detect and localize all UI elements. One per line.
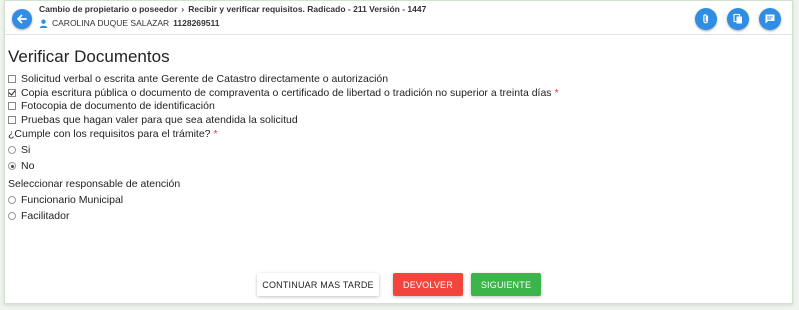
radio-municipal[interactable] (8, 196, 16, 204)
user-line: CAROLINA DUQUE SALAZAR 1128269511 (39, 18, 219, 28)
documents-button[interactable] (727, 8, 749, 30)
document-item-evidence[interactable]: Pruebas que hagan valer para que sea ate… (8, 114, 298, 126)
comment-button[interactable] (759, 8, 781, 30)
document-item-id-copy[interactable]: Fotocopia de documento de identificación (8, 100, 215, 112)
task-card: Cambio de propietario o poseedor › Recibir… (4, 0, 793, 304)
document-label-request: Solicitud verbal o escrita ante Gerente … (21, 73, 389, 85)
attachment-button[interactable] (695, 8, 717, 30)
breadcrumb-process[interactable]: Cambio de propietario o poseedor (39, 4, 177, 14)
responsible-label-text: Seleccionar responsable de atención (8, 178, 181, 190)
document-checkbox-evidence[interactable] (8, 116, 16, 124)
document-checkbox-request[interactable] (8, 75, 16, 83)
next-button[interactable]: SIGUIENTE (471, 273, 541, 296)
document-label-evidence: Pruebas que hagan valer para que sea ate… (21, 114, 298, 126)
radio-label-facilitator: Facilitador (21, 210, 70, 222)
responsible-label: Seleccionar responsable de atención (8, 178, 180, 190)
radio-facilitator[interactable] (8, 212, 16, 220)
page-title: Verificar Documentos (8, 47, 170, 66)
task-header: Cambio de propietario o poseedor › Recibir… (5, 1, 792, 35)
requirements-question-label: ¿Cumple con los requisitos para el trámi… (8, 128, 211, 140)
requirements-option-no[interactable]: No (8, 160, 34, 172)
radio-label-municipal: Funcionario Municipal (21, 194, 124, 206)
chevron-right-icon: › (181, 4, 185, 14)
return-button[interactable]: DEVOLVER (393, 273, 463, 296)
breadcrumb-step: Recibir y verificar requisitos. Radicado… (188, 4, 427, 14)
document-label-id-copy: Fotocopia de documento de identificación (21, 100, 215, 112)
attachment-icon (703, 14, 709, 24)
required-mark: * (554, 87, 559, 99)
radio-no[interactable] (8, 162, 16, 170)
back-arrow-icon (17, 14, 27, 24)
document-checkbox-id-copy[interactable] (8, 102, 16, 110)
responsible-option-municipal[interactable]: Funcionario Municipal (8, 194, 123, 206)
breadcrumb: Cambio de propietario o poseedor › Recibir… (39, 4, 426, 14)
back-button[interactable] (12, 9, 32, 29)
radio-label-si: Si (21, 144, 31, 156)
user-name: CAROLINA DUQUE SALAZAR (52, 18, 170, 28)
continue-later-button[interactable]: CONTINUAR MAS TARDE (257, 273, 379, 296)
responsible-option-facilitator[interactable]: Facilitador (8, 210, 69, 222)
person-icon (39, 19, 48, 28)
radio-label-no: No (21, 160, 35, 172)
document-item-request[interactable]: Solicitud verbal o escrita ante Gerente … (8, 73, 388, 85)
document-label-deed: Copia escritura pública o documento de c… (21, 87, 552, 99)
radio-si[interactable] (8, 146, 16, 154)
documents-icon (733, 13, 742, 24)
document-checkbox-deed[interactable] (8, 89, 16, 97)
comment-icon (765, 14, 775, 24)
required-mark: * (213, 128, 218, 140)
user-id: 1128269511 (173, 18, 220, 28)
document-item-deed[interactable]: Copia escritura pública o documento de c… (8, 87, 559, 99)
requirements-option-si[interactable]: Si (8, 144, 30, 156)
requirements-question: ¿Cumple con los requisitos para el trámi… (8, 128, 218, 140)
